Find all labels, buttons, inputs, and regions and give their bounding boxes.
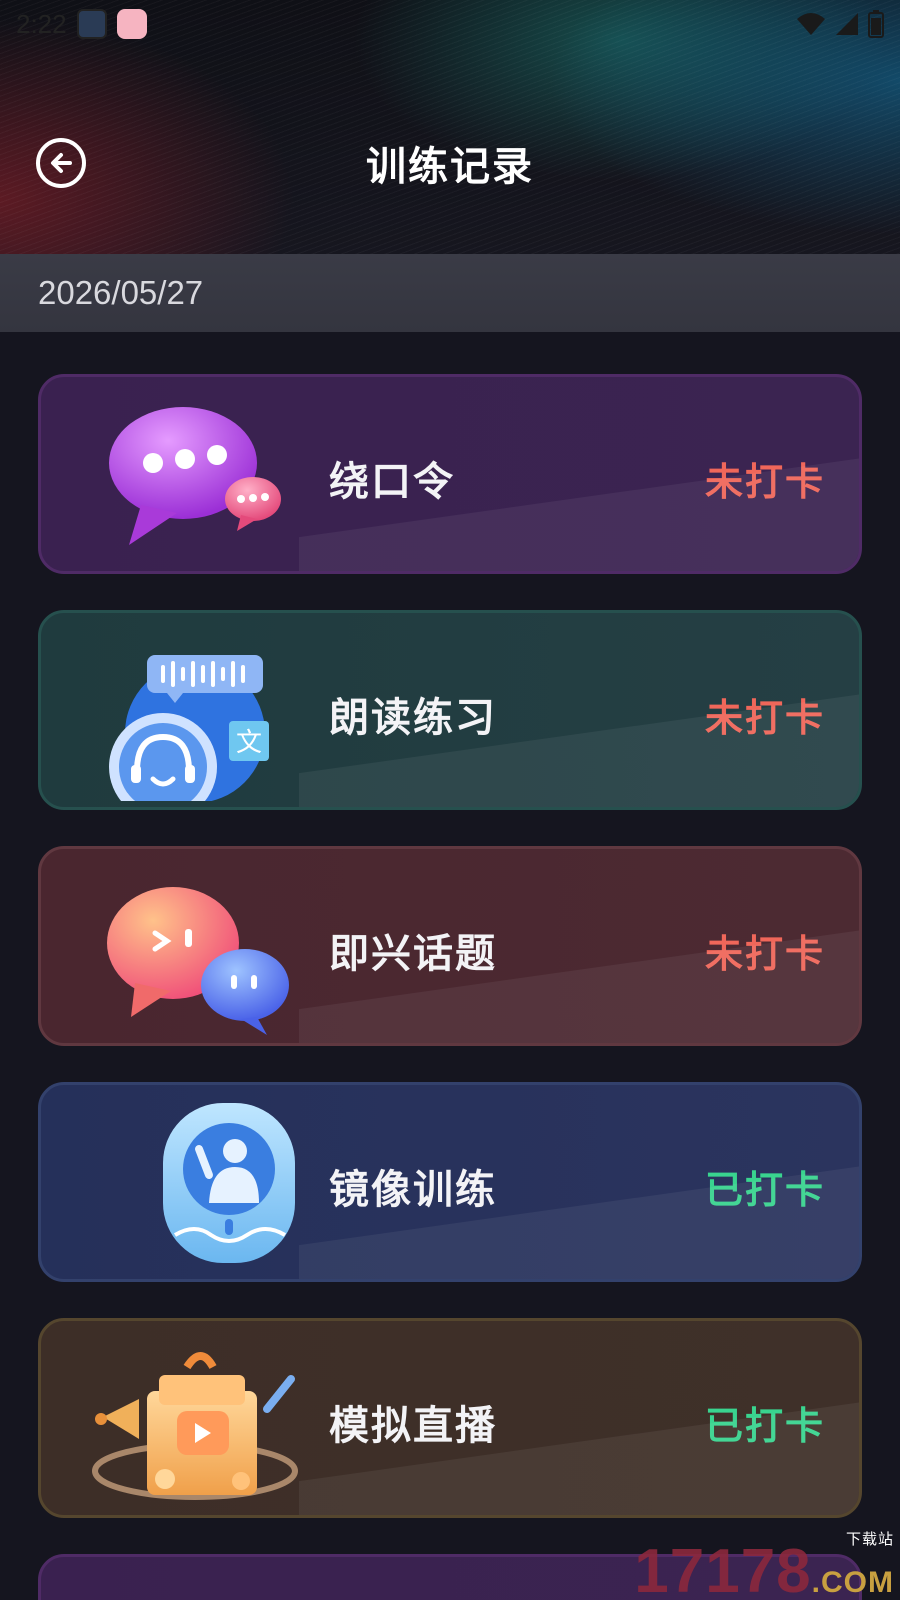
status-bar: 2:22 <box>0 0 900 48</box>
status-time: 2:22 <box>16 8 67 39</box>
record-name: 绕口令 <box>329 459 455 505</box>
headset-reading-icon: 文 <box>109 655 269 801</box>
calendar-app-icon <box>76 9 107 39</box>
header: 2:22 训练记录 <box>0 0 900 254</box>
mirror-person-icon <box>163 1103 295 1263</box>
wifi-icon <box>797 13 825 35</box>
record-card-tongue-twister[interactable]: 绕口令 未打卡 <box>38 374 862 574</box>
signal-icon <box>836 13 858 35</box>
record-name: 朗读练习 <box>329 695 497 741</box>
record-card-mirror-training[interactable]: 镜像训练 已打卡 <box>38 1082 862 1282</box>
live-gift-box-icon <box>92 1352 298 1500</box>
record-status: 已打卡 <box>704 1168 825 1212</box>
record-name: 即兴话题 <box>329 931 497 977</box>
site-watermark: 17178.COM 下载站 <box>634 1531 894 1600</box>
app-notification-icon <box>116 9 147 39</box>
record-status: 未打卡 <box>704 696 825 740</box>
watermark-caption: 下载站 <box>845 1531 894 1548</box>
svg-text:文: 文 <box>236 728 262 758</box>
page-title: 训练记录 <box>366 144 534 190</box>
chat-bubbles-icon <box>109 407 281 545</box>
record-name: 模拟直播 <box>329 1403 497 1449</box>
record-date: 2026/05/27 <box>38 274 204 311</box>
watermark-suffix: .COM <box>811 1566 894 1599</box>
chat-bubble-pair-icon <box>107 887 289 1035</box>
record-card-mock-live[interactable]: 模拟直播 已打卡 <box>38 1318 862 1518</box>
title-row: 训练记录 <box>0 128 900 198</box>
record-status: 未打卡 <box>704 932 825 976</box>
record-status: 已打卡 <box>704 1404 825 1448</box>
record-card-impromptu-topic[interactable]: 即兴话题 未打卡 <box>38 846 862 1046</box>
record-name: 镜像训练 <box>329 1167 497 1213</box>
record-card-reading[interactable]: 文 朗读练习 未打卡 <box>38 610 862 810</box>
watermark-brand: 17178 <box>634 1537 812 1600</box>
date-bar: 2026/05/27 <box>0 254 900 332</box>
record-status: 未打卡 <box>704 460 825 504</box>
status-indicators <box>796 10 884 38</box>
battery-icon <box>868 10 884 38</box>
